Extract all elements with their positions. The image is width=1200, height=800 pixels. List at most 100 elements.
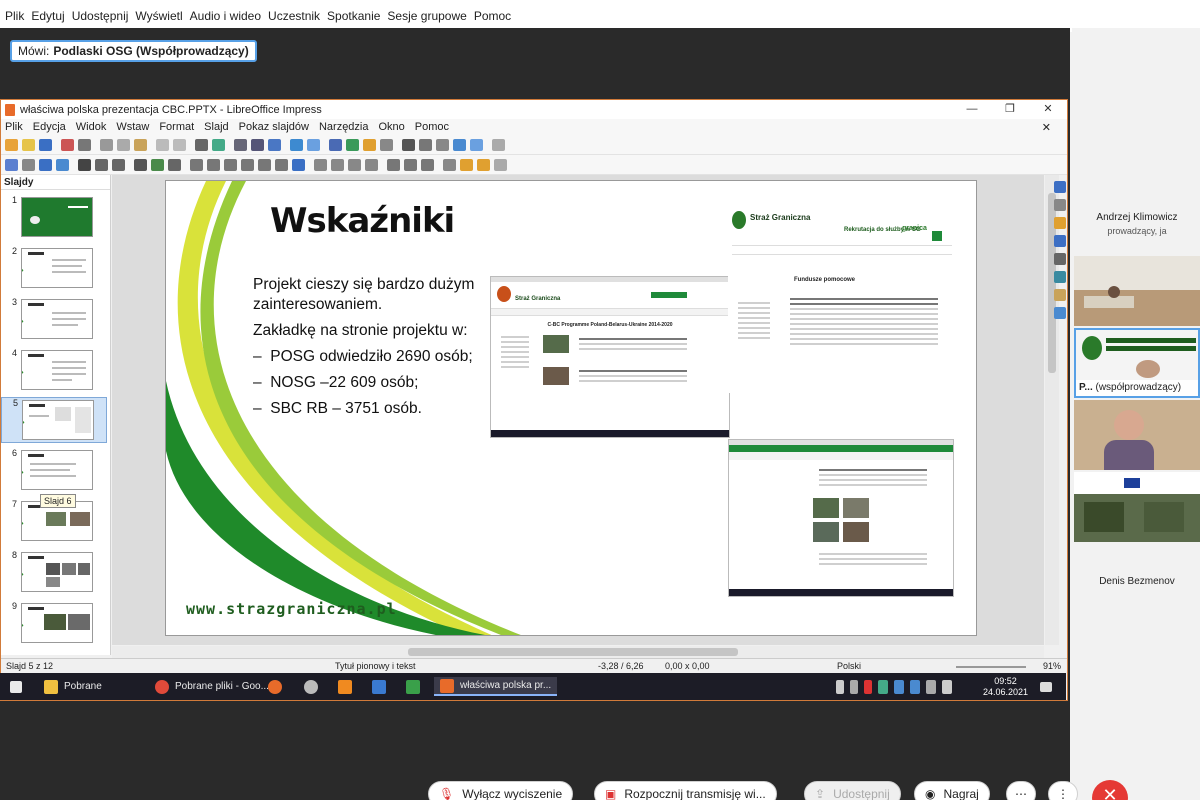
styles-icon[interactable] (1054, 253, 1066, 265)
menu-edytuj[interactable]: Edytuj (31, 9, 64, 23)
image-icon[interactable] (346, 138, 359, 151)
sidebar-settings-icon[interactable] (1054, 307, 1066, 319)
tray-icon[interactable] (894, 679, 904, 694)
glue-icon[interactable] (460, 158, 473, 171)
taskbar-vlc[interactable] (338, 677, 358, 696)
animation-icon[interactable] (1054, 217, 1066, 229)
hyperlink-icon[interactable] (453, 138, 466, 151)
close-icon[interactable]: ✕ (1029, 100, 1067, 119)
lo-menu-pomoc[interactable]: Pomoc (415, 121, 449, 133)
fontwork-icon[interactable] (436, 138, 449, 151)
redo-icon[interactable] (173, 138, 186, 151)
more-icon[interactable] (492, 138, 505, 151)
copy-icon[interactable] (117, 138, 130, 151)
display-views-icon[interactable] (251, 138, 264, 151)
lo-menu-narzedzia[interactable]: Narzędzia (319, 121, 369, 133)
table-icon[interactable] (329, 138, 342, 151)
curve-icon[interactable] (151, 158, 164, 171)
grid-icon[interactable] (234, 138, 247, 151)
block-arrows-icon[interactable] (224, 158, 237, 171)
textbox-icon[interactable] (402, 138, 415, 151)
fill-color-icon[interactable] (56, 158, 69, 171)
taskbar-writer[interactable] (372, 677, 392, 696)
lo-menu-slajd[interactable]: Slajd (204, 121, 228, 133)
tray-icon[interactable] (878, 679, 888, 694)
end-call-button[interactable]: ✕ (1092, 780, 1128, 800)
minimize-icon[interactable]: — (953, 100, 991, 119)
slide-thumb-1[interactable]: 1 (1, 195, 107, 241)
rectangle-icon[interactable] (95, 158, 108, 171)
undo-icon[interactable] (156, 138, 169, 151)
master-slide-icon[interactable] (268, 138, 281, 151)
slide-transition-icon[interactable] (1054, 199, 1066, 211)
participant-video-1[interactable] (1074, 256, 1200, 326)
lo-menu-wstaw[interactable]: Wstaw (116, 121, 149, 133)
mic-icon[interactable] (836, 679, 844, 694)
export-pdf-icon[interactable] (61, 138, 74, 151)
new-doc-icon[interactable] (5, 138, 18, 151)
start-stream-button[interactable]: ▣ Rozpocznij transmisję wi... (594, 781, 777, 800)
distribute-icon[interactable] (365, 158, 378, 171)
arrow-icon[interactable] (134, 158, 147, 171)
start-show-icon[interactable] (290, 138, 303, 151)
paste-icon[interactable] (134, 138, 147, 151)
crop-icon[interactable] (404, 158, 417, 171)
properties-icon[interactable] (1054, 181, 1066, 193)
ellipse-icon[interactable] (112, 158, 125, 171)
participant-video-2[interactable]: P... (współprowadzący) (1074, 328, 1200, 398)
more-drawing-icon[interactable] (494, 158, 507, 171)
lo-menu-plik[interactable]: Plik (5, 121, 23, 133)
shadow-icon[interactable] (387, 158, 400, 171)
maximize-icon[interactable]: ❐ (991, 100, 1029, 119)
zoom-icon[interactable] (22, 158, 35, 171)
network-icon[interactable] (926, 679, 936, 694)
slide-canvas[interactable]: Wskaźniki Projekt cieszy się bardzo duży… (165, 180, 977, 636)
cut-icon[interactable] (100, 138, 113, 151)
rotate-icon[interactable] (314, 158, 327, 171)
spelling-icon[interactable] (212, 138, 225, 151)
reactions-button[interactable]: ⋮ (1048, 781, 1078, 800)
zoom-slider[interactable] (956, 666, 1026, 668)
select-icon[interactable] (5, 158, 18, 171)
lo-menu-format[interactable]: Format (159, 121, 194, 133)
taskbar-firefox[interactable] (268, 677, 288, 696)
points-icon[interactable] (443, 158, 456, 171)
participant-video-4[interactable] (1074, 472, 1200, 542)
taskbar-impress[interactable]: właściwa polska pr... (434, 677, 558, 696)
share-button[interactable]: ⇪ Udostępnij (804, 781, 901, 800)
slide-thumb-2[interactable]: 2 (1, 246, 107, 292)
horizontal-scrollbar[interactable] (112, 646, 1044, 658)
more-options-button[interactable]: ⋯ (1006, 781, 1036, 800)
basic-shapes-icon[interactable] (190, 158, 203, 171)
connector-icon[interactable] (168, 158, 181, 171)
close-document-icon[interactable]: ✕ (1042, 121, 1051, 134)
line-color-icon[interactable] (39, 158, 52, 171)
participant-video-3[interactable] (1074, 400, 1200, 470)
menu-sesje-grupowe[interactable]: Sesje grupowe (387, 9, 466, 23)
unmute-button[interactable]: 🎙 Wyłącz wyciszenie (428, 781, 574, 800)
menu-plik[interactable]: Plik (5, 9, 24, 23)
tray-icon[interactable] (850, 679, 858, 694)
stars-icon[interactable] (275, 158, 288, 171)
record-button[interactable]: ◉ Nagraj (914, 781, 990, 800)
slide-thumb-9[interactable]: 9 (1, 601, 107, 647)
media-icon[interactable] (380, 138, 393, 151)
menu-pomoc[interactable]: Pomoc (474, 9, 511, 23)
filter-icon[interactable] (421, 158, 434, 171)
3d-objects-icon[interactable] (292, 158, 305, 171)
taskbar-chrome[interactable]: Pobrane pliki - Goo... (155, 677, 269, 696)
toggle-extrusion-icon[interactable] (477, 158, 490, 171)
print-icon[interactable] (78, 138, 91, 151)
open-icon[interactable] (22, 138, 35, 151)
lo-menu-widok[interactable]: Widok (76, 121, 107, 133)
slide-thumb-6[interactable]: 6 (1, 448, 107, 494)
menu-udostepnij[interactable]: Udostępnij (72, 9, 129, 23)
notifications-button[interactable] (1040, 677, 1058, 696)
alert-icon[interactable] (864, 679, 872, 694)
taskbar-app[interactable] (304, 677, 324, 696)
slide-thumb-3[interactable]: 3 (1, 297, 107, 343)
find-icon[interactable] (195, 138, 208, 151)
menu-audio-wideo[interactable]: Audio i wideo (190, 9, 261, 23)
slide-thumb-8[interactable]: 8 (1, 550, 107, 596)
tray-icon[interactable] (910, 679, 920, 694)
